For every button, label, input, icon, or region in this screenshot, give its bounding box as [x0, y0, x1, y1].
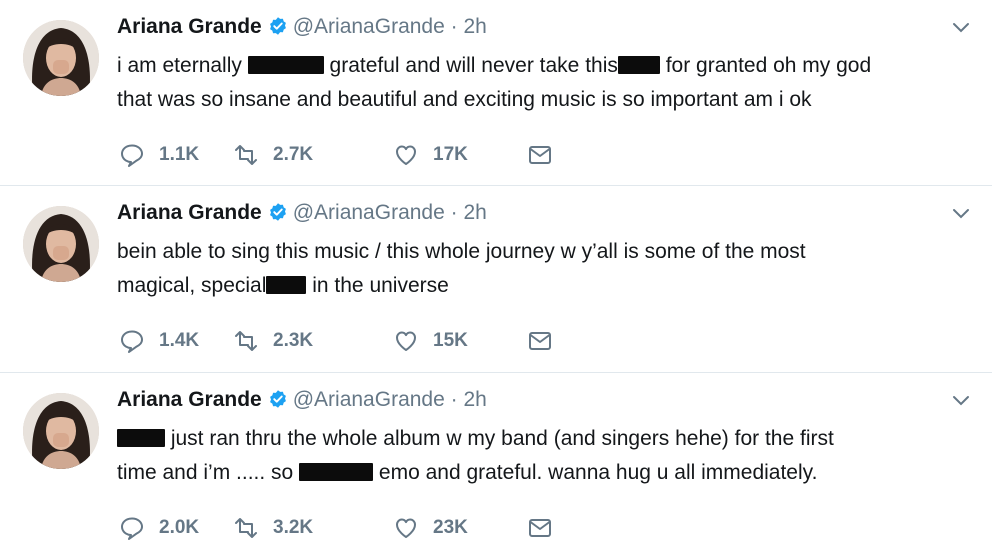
separator-dot: · — [450, 201, 458, 224]
reply-button[interactable]: 2.0K — [119, 514, 199, 542]
retweet-count: 3.2K — [273, 517, 314, 538]
separator-dot: · — [450, 388, 458, 411]
tweet-text-line: bein able to sing this music / this whol… — [117, 240, 806, 263]
tweet-text-line: just ran thru the whole album w my band … — [117, 422, 977, 456]
redaction-box — [117, 429, 165, 447]
tweet-text: just ran thru the whole album w my band … — [117, 422, 977, 490]
reply-button[interactable]: 1.4K — [119, 327, 199, 355]
tweet-text-line: i am eternally grateful and will never t… — [117, 54, 872, 77]
like-count: 15K — [433, 330, 468, 351]
tweet-text-line: time and i’m ..... so emo and grateful. … — [117, 461, 818, 484]
reply-icon — [121, 517, 143, 540]
redaction-box — [266, 276, 307, 294]
reply-button[interactable]: 1.1K — [119, 141, 199, 169]
reply-count: 2.0K — [159, 517, 200, 538]
like-button[interactable]: 15K — [393, 327, 468, 355]
tweet-text: i am eternally grateful and will never t… — [117, 49, 977, 117]
user-handle[interactable]: @ArianaGrande — [293, 388, 445, 411]
heart-icon — [396, 518, 416, 538]
like-count: 23K — [433, 517, 468, 538]
user-handle[interactable]: @ArianaGrande — [293, 201, 445, 224]
direct-message-button[interactable] — [527, 327, 553, 355]
chevron-down-icon[interactable] — [952, 208, 970, 220]
timestamp[interactable]: 2h — [463, 201, 486, 224]
avatar[interactable] — [23, 393, 99, 469]
tweet-text: bein able to sing this music / this whol… — [117, 235, 977, 303]
retweet-button[interactable]: 2.7K — [233, 141, 313, 169]
verified-badge-icon — [269, 390, 286, 408]
retweet-button[interactable]: 3.2K — [233, 514, 313, 542]
envelope-icon — [529, 332, 551, 350]
retweet-icon — [235, 145, 257, 165]
heart-icon — [396, 145, 416, 165]
reply-icon — [121, 144, 143, 167]
reply-count: 1.4K — [159, 330, 200, 351]
verified-badge-icon — [269, 17, 286, 35]
verified-badge-icon — [269, 203, 286, 221]
timestamp[interactable]: 2h — [463, 388, 486, 411]
retweet-button[interactable]: 2.3K — [233, 327, 313, 355]
like-count: 17K — [433, 144, 468, 165]
retweet-count: 2.7K — [273, 144, 314, 165]
heart-icon — [396, 331, 416, 351]
display-name[interactable]: Ariana Grande — [117, 201, 262, 224]
avatar[interactable] — [23, 206, 99, 282]
tweet-text-line: magical, special in the universe — [117, 274, 449, 297]
separator-dot: · — [450, 15, 458, 38]
redaction-box — [299, 463, 374, 481]
redaction-box — [247, 56, 324, 74]
display-name[interactable]: Ariana Grande — [117, 15, 262, 38]
retweet-icon — [235, 518, 257, 538]
chevron-down-icon[interactable] — [952, 395, 970, 407]
reply-count: 1.1K — [159, 144, 200, 165]
retweet-count: 2.3K — [273, 330, 314, 351]
avatar[interactable] — [23, 20, 99, 96]
like-button[interactable]: 23K — [393, 514, 468, 542]
direct-message-button[interactable] — [527, 514, 553, 542]
timestamp[interactable]: 2h — [463, 15, 486, 38]
user-handle[interactable]: @ArianaGrande — [293, 15, 445, 38]
redaction-box — [617, 56, 660, 74]
tweet[interactable]: Ariana Grande @ArianaGrande · 2h i am ete… — [0, 0, 992, 186]
tweet[interactable]: Ariana Grande @ArianaGrande · 2h just ran… — [0, 373, 992, 549]
tweet[interactable]: Ariana Grande @ArianaGrande · 2h bein abl… — [0, 186, 992, 373]
reply-icon — [121, 330, 143, 353]
envelope-icon — [529, 146, 551, 164]
retweet-icon — [235, 331, 257, 351]
direct-message-button[interactable] — [527, 141, 553, 169]
like-button[interactable]: 17K — [393, 141, 468, 169]
envelope-icon — [529, 519, 551, 537]
chevron-down-icon[interactable] — [952, 22, 970, 34]
display-name[interactable]: Ariana Grande — [117, 388, 262, 411]
tweet-text-line: that was so insane and beautiful and exc… — [117, 88, 812, 111]
